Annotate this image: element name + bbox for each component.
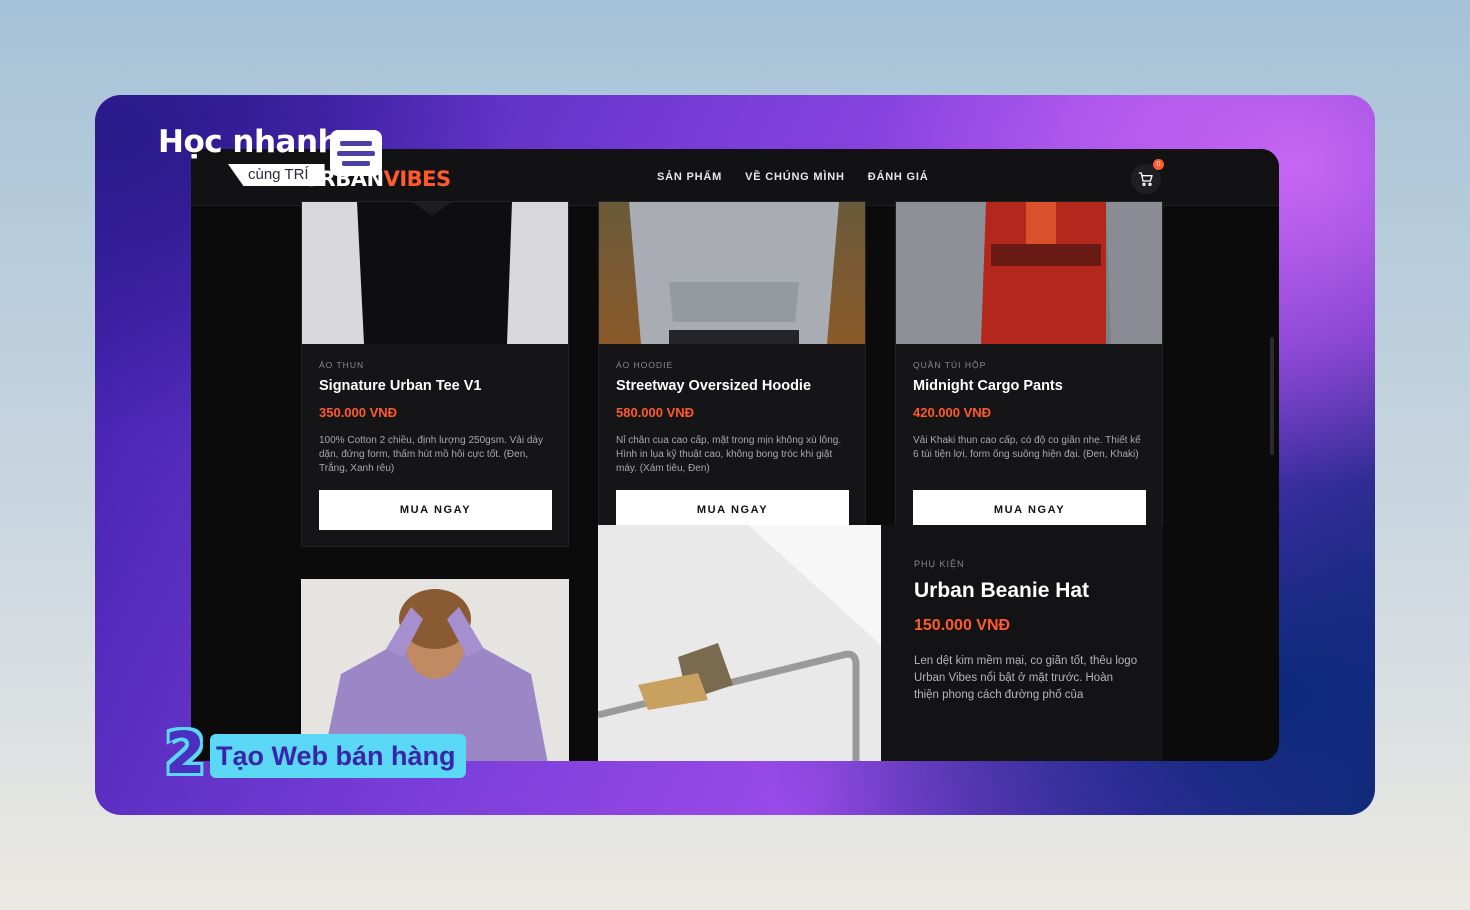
product-category: QUẦN TÚI HỘP [913,360,987,370]
page-scrollbar[interactable] [1270,337,1274,455]
nav-item-products[interactable]: SẢN PHẨM [657,171,722,183]
product-description: 100% Cotton 2 chiều, định lượng 250gsm. … [319,435,543,474]
featured-product-image[interactable] [598,525,881,761]
product-price: 420.000 VNĐ [913,405,992,420]
lesson-number: 2 [165,719,206,787]
course-title: Học nhanh [158,124,340,160]
featured-product: PHỤ KIỆN Urban Beanie Hat 150.000 VNĐ Le… [598,525,1163,761]
course-subtitle: cùng TRÍ [228,164,325,186]
cart-count-badge: 0 [1153,159,1164,170]
buy-now-button[interactable]: MUA NGAY [913,490,1146,530]
featured-category: PHỤ KIỆN [914,559,965,569]
product-image[interactable] [896,202,1162,344]
featured-title[interactable]: Urban Beanie Hat [914,579,1139,603]
product-card: QUẦN TÚI HỘP Midnight Cargo Pants 420.00… [895,201,1163,547]
product-category: ÁO HOODIE [616,360,674,370]
buy-now-button[interactable]: MUA NGAY [319,490,552,530]
website-screen: URBANVIBES SẢN PHẨM VỀ CHÚNG MÌNH ĐÁNH G… [191,149,1279,761]
featured-price: 150.000 VNĐ [914,617,1011,634]
product-image[interactable] [302,202,568,344]
product-category: ÁO THUN [319,360,365,370]
product-card: ÁO THUN Signature Urban Tee V1 350.000 V… [301,201,569,547]
course-watermark: Học nhanh cùng TRÍ [158,124,382,186]
nav-item-about[interactable]: VỀ CHÚNG MÌNH [745,171,845,183]
main-nav: SẢN PHẨM VỀ CHÚNG MÌNH ĐÁNH GIÁ [657,171,929,183]
course-logo-icon [330,130,382,176]
product-card: ÁO HOODIE Streetway Oversized Hoodie 580… [598,201,866,547]
product-title[interactable]: Midnight Cargo Pants [913,378,1145,394]
product-description: Nỉ chân cua cao cấp, mặt trong mịn không… [616,435,842,474]
product-description: Vải Khaki thun cao cấp, có độ co giãn nh… [913,435,1141,460]
logo-text-accent: VIBES [383,167,452,191]
featured-description: Len dệt kim mềm mại, co giãn tốt, thêu l… [914,655,1138,701]
product-price: 580.000 VNĐ [616,405,695,420]
buy-now-button[interactable]: MUA NGAY [616,490,849,530]
product-title[interactable]: Signature Urban Tee V1 [319,378,551,394]
nav-item-reviews[interactable]: ĐÁNH GIÁ [868,171,929,183]
product-price: 350.000 VNĐ [319,405,398,420]
lesson-label: Tạo Web bán hàng [210,734,466,778]
product-image[interactable] [599,202,865,344]
product-title[interactable]: Streetway Oversized Hoodie [616,378,848,394]
cart-icon [1138,172,1153,186]
video-frame: URBANVIBES SẢN PHẨM VỀ CHÚNG MÌNH ĐÁNH G… [95,95,1375,815]
